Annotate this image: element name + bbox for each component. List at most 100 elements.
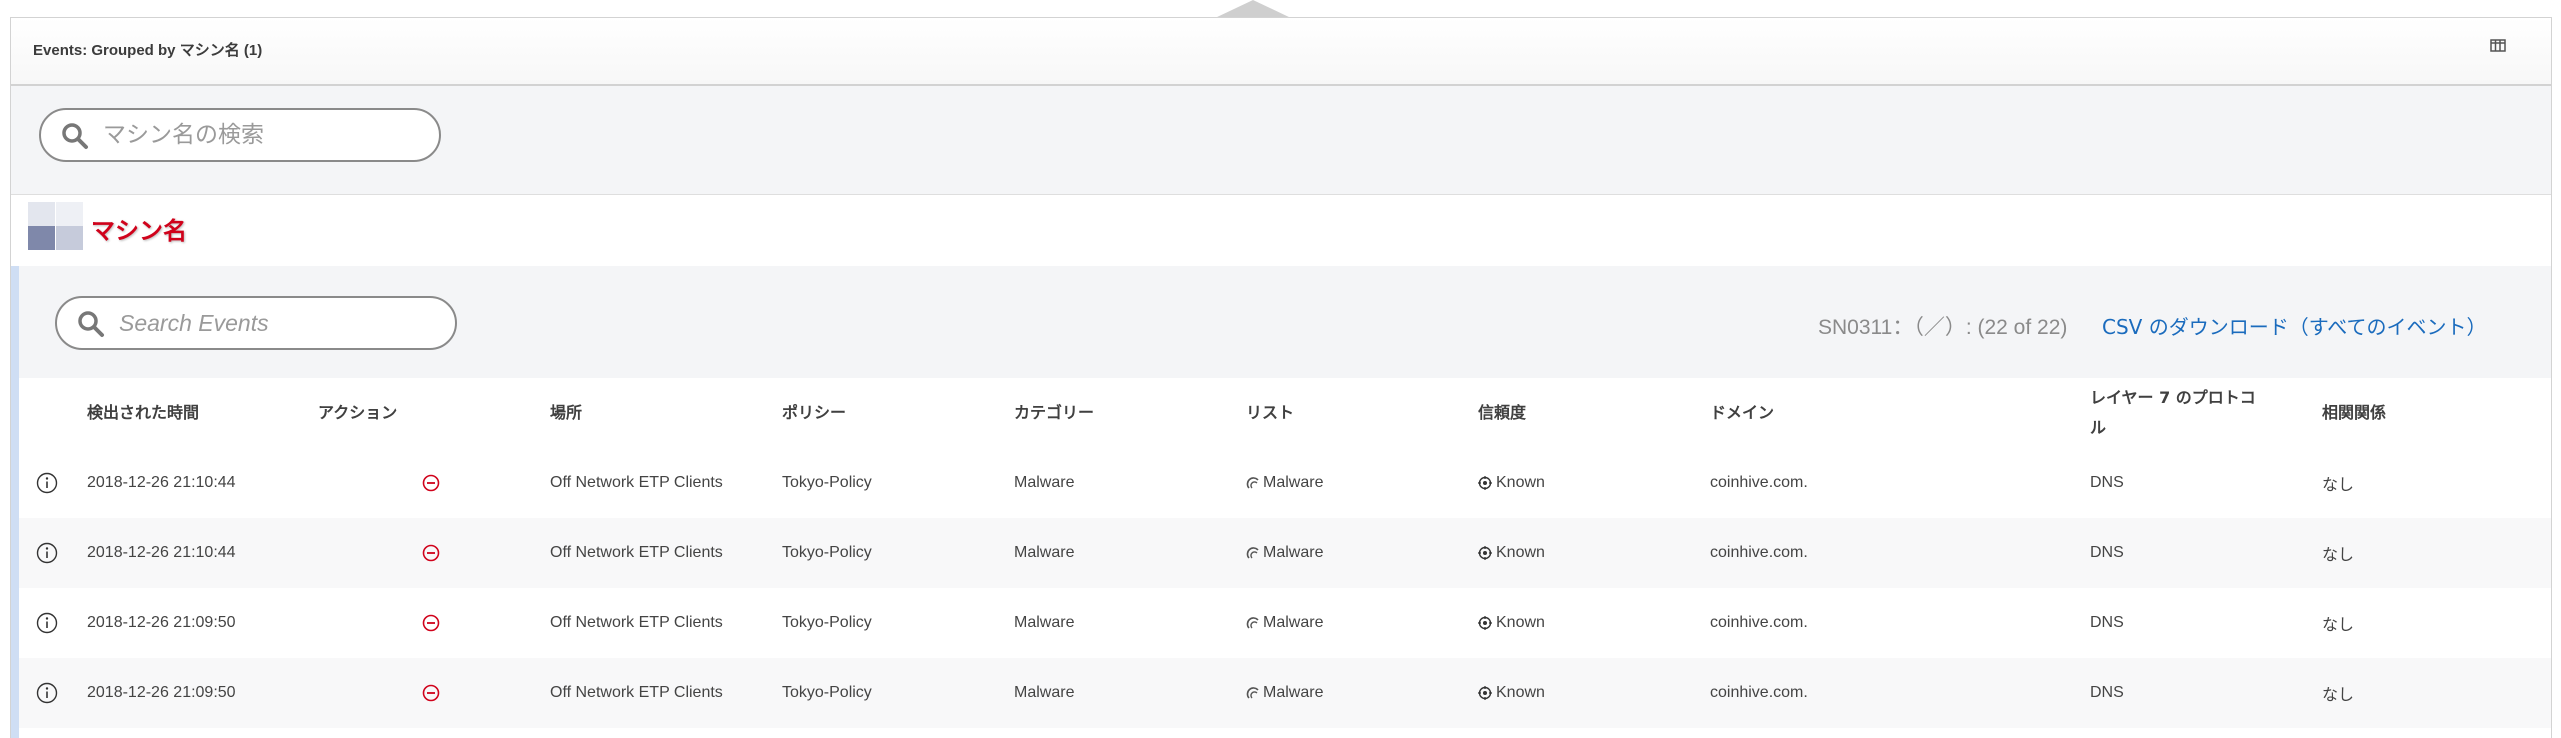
group-avatar: [28, 202, 83, 250]
list-label: Malware: [1263, 684, 1324, 701]
location-cell: Off Network ETP Clients: [550, 448, 782, 518]
list-label: Malware: [1263, 544, 1324, 561]
column-header-action[interactable]: アクション: [318, 378, 550, 448]
info-icon[interactable]: [36, 612, 58, 634]
crosshair-icon: [1478, 545, 1492, 560]
columns-icon[interactable]: [2489, 37, 2507, 55]
machine-search-input[interactable]: [103, 118, 423, 152]
info-cell: [19, 658, 87, 728]
protocol-cell: DNS: [2090, 588, 2322, 658]
list-label: Malware: [1263, 474, 1324, 491]
confidence-cell: Known: [1478, 518, 1710, 588]
list-spinner-icon: [1246, 616, 1259, 629]
location-cell: Off Network ETP Clients: [550, 658, 782, 728]
avatar-tile: [56, 202, 83, 226]
list-spinner-icon: [1246, 476, 1259, 489]
column-header-l7-protocol[interactable]: レイヤー 7 のプロトコル: [2090, 378, 2322, 448]
list-cell: Malware: [1246, 448, 1478, 518]
category-cell: Malware: [1014, 588, 1246, 658]
protocol-cell: DNS: [2090, 658, 2322, 728]
domain-cell: coinhive.com.: [1710, 518, 2090, 588]
column-header-detected-time[interactable]: 検出された時間: [87, 378, 318, 448]
crosshair-icon: [1478, 475, 1492, 490]
policy-cell: Tokyo-Policy: [782, 588, 1014, 658]
policy-cell: Tokyo-Policy: [782, 518, 1014, 588]
column-header-location[interactable]: 場所: [550, 378, 782, 448]
domain-cell: coinhive.com.: [1710, 588, 2090, 658]
protocol-cell: DNS: [2090, 448, 2322, 518]
confidence-label: Known: [1496, 474, 1545, 491]
block-icon: [422, 544, 440, 562]
info-icon[interactable]: [36, 472, 58, 494]
events-search-box[interactable]: [55, 296, 457, 350]
block-icon: [422, 684, 440, 702]
column-header-policy[interactable]: ポリシー: [782, 378, 1014, 448]
machine-search-area: [11, 86, 2551, 195]
events-toolbar: SN0311：（／）: (22 of 22) CSV のダウンロード（すべてのイ…: [19, 266, 2551, 378]
correlation-cell: なし: [2322, 448, 2551, 518]
column-header-confidence[interactable]: 信頼度: [1478, 378, 1710, 448]
machine-search-box[interactable]: [39, 108, 441, 162]
table-row[interactable]: 2018-12-26 21:09:50 Off Network ETP Clie…: [19, 588, 2551, 658]
table-row[interactable]: 2018-12-26 21:09:50 Off Network ETP Clie…: [19, 658, 2551, 728]
info-cell: [19, 448, 87, 518]
column-header-domain[interactable]: ドメイン: [1710, 378, 2090, 448]
list-spinner-icon: [1246, 686, 1259, 699]
avatar-tile: [28, 202, 55, 226]
action-cell: [318, 518, 550, 588]
table-row[interactable]: 2018-12-26 21:10:44 Off Network ETP Clie…: [19, 518, 2551, 588]
category-cell: Malware: [1014, 518, 1246, 588]
column-header-correlation[interactable]: 相関関係: [2322, 378, 2551, 448]
time-cell: 2018-12-26 21:09:50: [87, 588, 318, 658]
policy-cell: Tokyo-Policy: [782, 658, 1014, 728]
crosshair-icon: [1478, 685, 1492, 700]
confidence-label: Known: [1496, 684, 1545, 701]
location-cell: Off Network ETP Clients: [550, 588, 782, 658]
events-search-input[interactable]: [119, 306, 439, 340]
panel-title: Events: Grouped by マシン名 (1): [33, 42, 263, 59]
info-icon[interactable]: [36, 682, 58, 704]
info-cell: [19, 518, 87, 588]
list-spinner-icon: [1246, 546, 1259, 559]
page: Events: Grouped by マシン名 (1) マシン名の検索 マシン名…: [0, 0, 2561, 738]
time-cell: 2018-12-26 21:09:50: [87, 658, 318, 728]
correlation-cell: なし: [2322, 658, 2551, 728]
correlation-cell: なし: [2322, 518, 2551, 588]
search-icon: [62, 123, 88, 149]
group-row-machine-name[interactable]: マシン名: [11, 195, 2551, 267]
panel-pointer: [1215, 0, 1291, 18]
table-row[interactable]: 2018-12-26 21:10:44 Off Network ETP Clie…: [19, 448, 2551, 518]
confidence-cell: Known: [1478, 658, 1710, 728]
panel-header: Events: Grouped by マシン名 (1): [11, 18, 2551, 86]
policy-cell: Tokyo-Policy: [782, 448, 1014, 518]
list-cell: Malware: [1246, 658, 1478, 728]
column-header-category[interactable]: カテゴリー: [1014, 378, 1246, 448]
events-table: 検出された時間 アクション 場所 ポリシー カテゴリー リスト 信頼度 ドメイン…: [19, 378, 2551, 728]
list-cell: Malware: [1246, 588, 1478, 658]
location-cell: Off Network ETP Clients: [550, 518, 782, 588]
time-cell: 2018-12-26 21:10:44: [87, 518, 318, 588]
group-name[interactable]: マシン名: [91, 211, 187, 246]
info-cell: [19, 588, 87, 658]
events-panel: Events: Grouped by マシン名 (1) マシン名の検索 マシン名…: [10, 17, 2552, 738]
confidence-cell: Known: [1478, 448, 1710, 518]
confidence-cell: Known: [1478, 588, 1710, 658]
events-section: SN0311：（／）: (22 of 22) CSV のダウンロード（すべてのイ…: [11, 266, 2551, 738]
action-cell: [318, 658, 550, 728]
avatar-tile: [28, 226, 55, 250]
list-cell: Malware: [1246, 518, 1478, 588]
block-icon: [422, 474, 440, 492]
protocol-cell: DNS: [2090, 518, 2322, 588]
info-icon[interactable]: [36, 542, 58, 564]
crosshair-icon: [1478, 615, 1492, 630]
column-header-list[interactable]: リスト: [1246, 378, 1478, 448]
csv-download-link[interactable]: CSV のダウンロード（すべてのイベント）: [2102, 311, 2487, 340]
block-icon: [422, 614, 440, 632]
confidence-label: Known: [1496, 544, 1545, 561]
time-cell: 2018-12-26 21:10:44: [87, 448, 318, 518]
correlation-cell: なし: [2322, 588, 2551, 658]
search-icon: [78, 311, 104, 337]
action-cell: [318, 588, 550, 658]
avatar-tile: [56, 226, 83, 250]
domain-cell: coinhive.com.: [1710, 448, 2090, 518]
